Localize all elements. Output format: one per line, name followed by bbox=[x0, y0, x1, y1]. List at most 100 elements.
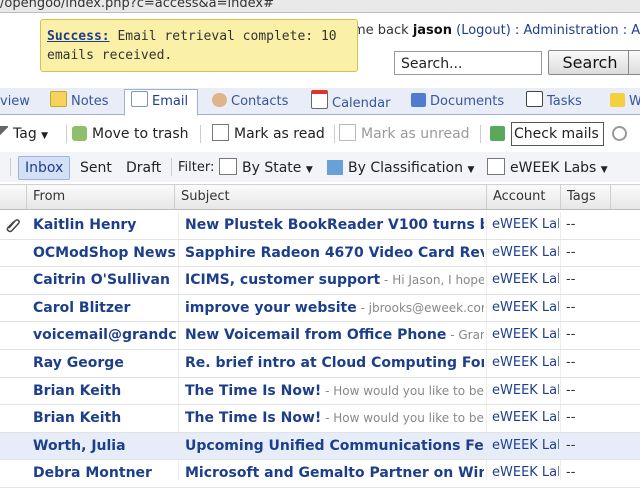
subject-text: improve your website bbox=[185, 299, 357, 316]
email-subject: New Plustek BookReader V100 turns bo bbox=[185, 212, 484, 238]
email-from: Ray George bbox=[33, 354, 124, 371]
mark-unread-label: Mark as unread bbox=[361, 126, 470, 142]
email-subject: improve your website - jbrooks@eweek.com bbox=[185, 295, 484, 321]
tab-tasks[interactable]: Tasks bbox=[526, 90, 582, 114]
table-row-selected[interactable]: Worth, Julia Upcoming Unified Communicat… bbox=[0, 432, 640, 461]
email-tags: -- bbox=[566, 327, 576, 343]
subject-preview: - Grand bbox=[450, 328, 484, 343]
email-subject: New Voicemail from Office Phone - Grand bbox=[185, 322, 484, 348]
tab-email[interactable]: Email bbox=[124, 89, 199, 116]
subject-text: The Time Is Now! bbox=[185, 410, 322, 427]
mark-as-read-button[interactable]: Mark as read bbox=[212, 123, 325, 145]
email-account: eWEEK Lal bbox=[492, 327, 559, 343]
email-tags: -- bbox=[566, 410, 576, 426]
logout-link[interactable]: (Logout) bbox=[456, 23, 511, 38]
email-from: Brian Keith bbox=[33, 382, 122, 399]
email-from: Debra Montner bbox=[33, 465, 152, 482]
folder-sent[interactable]: Sent bbox=[80, 157, 112, 179]
email-account: eWEEK Lal bbox=[492, 299, 559, 315]
tab-label: Tasks bbox=[547, 94, 582, 109]
tab-calendar[interactable]: Calendar bbox=[311, 90, 390, 114]
tag-icon bbox=[0, 126, 8, 141]
username: jason bbox=[412, 23, 452, 38]
module-tabs: view Notes Email Contacts Calendar Docum… bbox=[0, 88, 640, 116]
table-row[interactable]: voicemail@grandc New Voicemail from Offi… bbox=[0, 322, 640, 350]
email-account: eWEEK Lal bbox=[492, 244, 559, 260]
tab-notes[interactable]: Notes bbox=[50, 90, 109, 114]
tab-label: Documents bbox=[430, 94, 505, 109]
table-row[interactable]: Carol Blitzer improve your website - jbr… bbox=[0, 295, 640, 323]
header-side-button[interactable] bbox=[628, 50, 640, 75]
tab-label: Email bbox=[152, 94, 189, 109]
chevron-down-icon: ▼ bbox=[305, 165, 313, 175]
email-subject: Microsoft and Gemalto Partner on Wind bbox=[185, 460, 484, 486]
tab-documents[interactable]: Documents bbox=[411, 90, 504, 114]
table-row[interactable]: OCModShop News Sapphire Radeon 4670 Vide… bbox=[0, 240, 640, 268]
tag-button[interactable]: Tag ▼ bbox=[0, 123, 48, 145]
email-subject: Upcoming Unified Communications Fe bbox=[185, 433, 484, 459]
tab-label: Notes bbox=[71, 94, 109, 109]
email-tags: -- bbox=[566, 272, 576, 288]
table-row[interactable]: Debra Montner Microsoft and Gemalto Part… bbox=[0, 460, 640, 488]
folder-inbox[interactable]: Inbox bbox=[18, 156, 71, 180]
email-subject: Re. brief intro at Cloud Computing Foru bbox=[185, 350, 484, 376]
tab-more[interactable]: W bbox=[610, 90, 640, 114]
filter-by-state[interactable]: By State ▼ bbox=[219, 157, 313, 179]
tab-label: Calendar bbox=[332, 96, 391, 111]
address-bar[interactable]: /opengoo/index.php?c=access&a=index# bbox=[0, 0, 640, 13]
account-label: eWEEK Labs bbox=[510, 160, 597, 176]
subject-text: New Plustek BookReader V100 turns bo bbox=[185, 217, 484, 233]
email-from: OCModShop News bbox=[33, 244, 176, 261]
table-row[interactable]: Brian Keith The Time Is Now! - How would… bbox=[0, 405, 640, 433]
classification-icon bbox=[327, 160, 343, 175]
column-from[interactable]: From bbox=[26, 185, 176, 209]
table-row[interactable]: Ray George Re. brief intro at Cloud Comp… bbox=[0, 350, 640, 378]
check-mails-label: Check mails bbox=[514, 126, 599, 142]
mark-as-unread-button[interactable]: Mark as unread bbox=[339, 123, 470, 145]
url-text: /opengoo/index.php?c=access&a=index# bbox=[0, 0, 275, 11]
account-selector[interactable]: eWEEK Labs ▼ bbox=[487, 157, 608, 179]
email-account: eWEEK Lal bbox=[492, 272, 559, 288]
tab-label: view bbox=[0, 94, 30, 109]
folder-draft[interactable]: Draft bbox=[126, 157, 161, 179]
search-input[interactable]: Search... bbox=[394, 51, 542, 75]
email-account: eWEEK Lal bbox=[492, 410, 559, 426]
move-to-trash-button[interactable]: Move to trash bbox=[72, 123, 189, 145]
filter-by-classification[interactable]: By Classification ▼ bbox=[327, 157, 474, 179]
email-list: Kaitlin Henry New Plustek BookReader V10… bbox=[0, 212, 640, 488]
folder-label: Draft bbox=[126, 160, 162, 176]
column-tags[interactable]: Tags bbox=[560, 185, 610, 209]
column-account[interactable]: Account bbox=[486, 185, 560, 209]
email-account: eWEEK Lal bbox=[492, 217, 559, 232]
tab-contacts[interactable]: Contacts bbox=[212, 90, 288, 114]
email-tags: -- bbox=[566, 299, 576, 315]
calendar-icon bbox=[311, 90, 328, 109]
filter-label: Filter: bbox=[178, 160, 215, 175]
subject-text: Re. brief intro at Cloud Computing Foru bbox=[185, 354, 484, 371]
subject-text: Microsoft and Gemalto Partner on Wind bbox=[185, 465, 484, 482]
header-sep: : bbox=[510, 23, 524, 38]
administration-link[interactable]: Administration bbox=[523, 23, 618, 38]
inbox-filter-icon bbox=[219, 158, 237, 175]
chevron-down-icon: ▼ bbox=[600, 165, 608, 175]
folder-label: Inbox bbox=[25, 160, 64, 176]
account-link-partial[interactable]: : A bbox=[619, 23, 640, 38]
notes-icon bbox=[50, 91, 67, 107]
tasks-icon bbox=[526, 91, 543, 107]
check-mails-button[interactable]: Check mails bbox=[511, 122, 604, 146]
contacts-icon bbox=[212, 93, 227, 107]
table-row[interactable]: Brian Keith The Time Is Now! - How would… bbox=[0, 378, 640, 406]
tab-label: W bbox=[629, 94, 640, 109]
more-icon bbox=[610, 93, 625, 107]
divider bbox=[200, 125, 201, 143]
divider bbox=[171, 158, 172, 176]
tab-overview[interactable]: view bbox=[0, 90, 30, 114]
table-row[interactable]: Kaitlin Henry New Plustek BookReader V10… bbox=[0, 212, 640, 240]
email-account: eWEEK Lal bbox=[492, 382, 559, 398]
tag-label: Tag bbox=[13, 126, 37, 142]
divider bbox=[334, 125, 335, 143]
table-row[interactable]: Caitrin O'Sullivan ICIMS, customer suppo… bbox=[0, 267, 640, 295]
search-button[interactable]: Search bbox=[548, 50, 632, 75]
settings-button[interactable] bbox=[612, 123, 632, 145]
column-subject[interactable]: Subject bbox=[174, 185, 486, 209]
